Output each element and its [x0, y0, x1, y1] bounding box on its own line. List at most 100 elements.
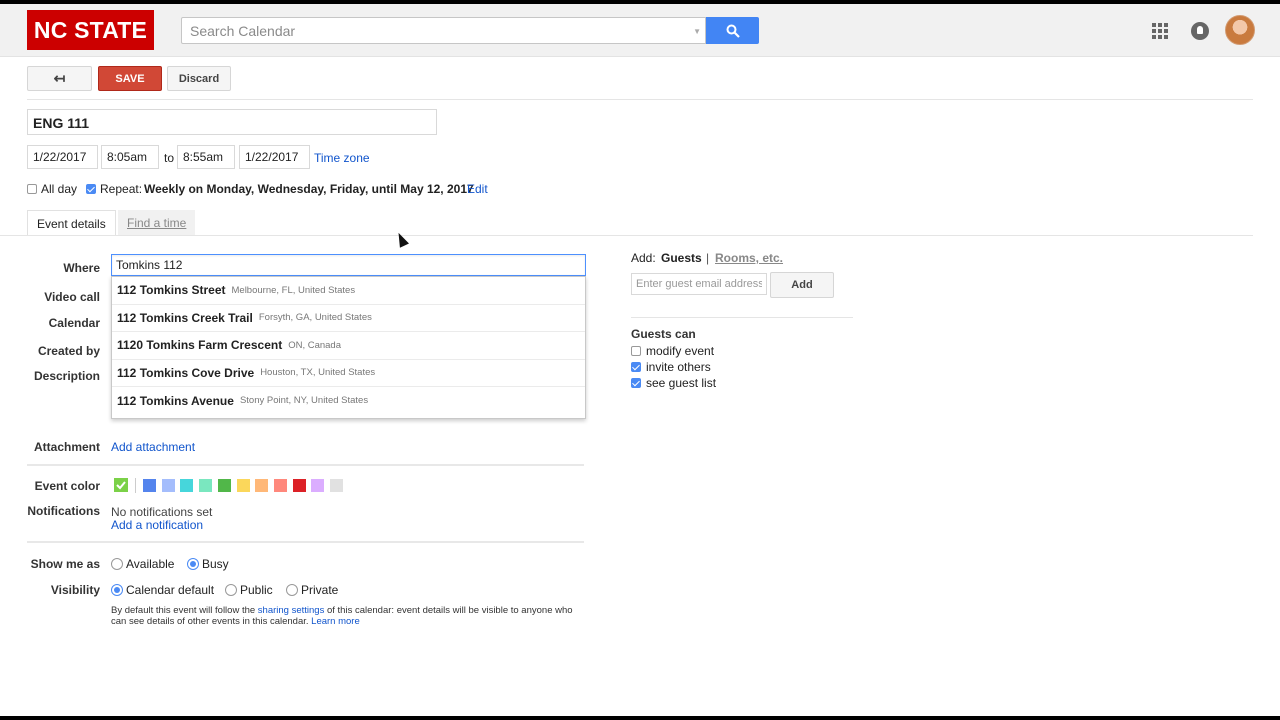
available-label: Available [126, 557, 175, 571]
search-button[interactable] [706, 17, 759, 44]
search-icon [726, 24, 740, 38]
modify-event-label: modify event [646, 344, 715, 358]
busy-radio[interactable] [187, 558, 199, 570]
color-divider [135, 478, 136, 493]
show-me-as-label: Show me as [30, 557, 100, 571]
sharing-settings-link[interactable]: sharing settings [258, 605, 325, 616]
video-call-label: Video call [44, 290, 100, 304]
suggestion-sub: Houston, TX, United States [260, 367, 376, 379]
suggestion-item[interactable]: 112 Tomkins Avenue Stony Point, NY, Unite… [112, 387, 585, 415]
search-input[interactable] [182, 18, 672, 43]
guest-email-input[interactable] [631, 273, 767, 295]
color-swatch[interactable] [199, 479, 213, 492]
repeat-checkbox[interactable] [86, 184, 96, 194]
repeat-label: Repeat: [100, 182, 143, 196]
repeat-edit-link[interactable]: Edit [467, 182, 488, 196]
private-radio[interactable] [286, 584, 298, 596]
end-time-field[interactable]: 8:55am [177, 145, 235, 169]
available-radio[interactable] [111, 558, 123, 570]
suggestion-sub: ON, Canada [288, 339, 341, 351]
discard-button[interactable]: Discard [167, 66, 231, 91]
suggestion-main: 112 Tomkins Street [117, 283, 226, 298]
suggestion-main: 112 Tomkins Cove Drive [117, 365, 255, 380]
guests-can-label: Guests can [631, 327, 696, 341]
to-label: to [164, 151, 175, 165]
invite-others-label: invite others [646, 360, 711, 374]
suggestion-main: 1120 Tomkins Farm Crescent [117, 338, 283, 353]
tabs-divider [0, 235, 1253, 236]
visibility-label: Visibility [50, 583, 100, 597]
color-swatch[interactable] [217, 479, 231, 492]
color-swatch[interactable] [273, 479, 287, 492]
color-swatch[interactable] [330, 479, 343, 492]
divider [631, 317, 853, 318]
suggestion-item[interactable]: 112 Tomkins Cove Drive Houston, TX, Unite… [112, 360, 585, 387]
busy-label: Busy [202, 557, 229, 571]
ncstate-logo[interactable]: NC STATE [27, 10, 154, 50]
checkmark-icon [116, 481, 126, 490]
back-button[interactable]: ↤ [27, 66, 92, 91]
attachment-label: Attachment [33, 440, 100, 454]
see-guest-list-checkbox[interactable] [631, 378, 641, 388]
suggestion-sub: Forsyth, GA, United States [258, 312, 372, 324]
where-label: Where [63, 261, 100, 275]
suggestion-sub: Melbourne, FL, United States [231, 284, 356, 296]
notifications-icon[interactable] [1191, 22, 1209, 40]
color-swatch[interactable] [180, 479, 194, 492]
suggestion-item[interactable]: 1120 Tomkins Farm Crescent ON, Canada [112, 332, 585, 360]
all-day-checkbox[interactable] [27, 184, 37, 194]
search-box[interactable]: ▼ [181, 17, 706, 44]
color-swatch[interactable] [143, 479, 156, 492]
divider [27, 464, 584, 466]
public-radio[interactable] [225, 584, 237, 596]
add-guest-button[interactable]: Add [770, 272, 834, 298]
divider [27, 541, 584, 543]
all-day-label: All day [41, 182, 78, 196]
apps-grid-icon[interactable] [1152, 23, 1168, 39]
location-suggestions: 112 Tomkins Street Melbourne, FL, United … [111, 276, 586, 419]
event-color-label: Event color [34, 479, 100, 493]
visibility-note: By default this event will follow the sh… [111, 605, 581, 627]
suggestion-item[interactable]: 112 Tomkins Creek Trail Forsyth, GA, Unit… [112, 305, 585, 332]
suggestion-sub: Stony Point, NY, United States [239, 395, 369, 407]
repeat-summary: Weekly on Monday, Wednesday, Friday, unt… [144, 182, 474, 196]
suggestion-main: 112 Tomkins Avenue [117, 393, 234, 408]
calendar-default-radio[interactable] [111, 584, 123, 596]
add-attachment-link[interactable]: Add attachment [111, 440, 195, 454]
back-arrow-icon: ↤ [53, 70, 66, 86]
tab-find-a-time[interactable]: Find a time [118, 210, 196, 236]
guests-tab[interactable]: Guests [661, 251, 702, 265]
tab-separator: | [706, 251, 710, 265]
learn-more-link[interactable]: Learn more [311, 616, 360, 627]
tab-event-details[interactable]: Event details [27, 210, 116, 236]
default-color-swatch[interactable] [114, 478, 128, 492]
rooms-tab[interactable]: Rooms, etc. [715, 251, 783, 265]
color-swatch[interactable] [292, 479, 306, 492]
avatar[interactable] [1225, 15, 1255, 45]
save-button[interactable]: SAVE [98, 66, 162, 91]
color-swatch[interactable] [236, 479, 250, 492]
top-bar: NC STATE ▼ [0, 4, 1280, 57]
search-options-icon[interactable]: ▼ [693, 27, 701, 36]
add-notification-link[interactable]: Add a notification [111, 518, 203, 532]
color-swatch[interactable] [161, 479, 175, 492]
invite-others-checkbox[interactable] [631, 362, 641, 372]
calendar-default-label: Calendar default [126, 583, 215, 597]
color-swatch[interactable] [255, 479, 269, 492]
start-time-field[interactable]: 8:05am [101, 145, 159, 169]
description-label: Description [33, 369, 100, 383]
color-swatch[interactable] [311, 479, 325, 492]
modify-event-checkbox[interactable] [631, 346, 641, 356]
add-label: Add: [631, 251, 656, 265]
visibility-note-text: By default this event will follow the [111, 605, 258, 616]
created-by-label: Created by [37, 344, 100, 358]
start-date-field[interactable]: 1/22/2017 [27, 145, 98, 169]
suggestion-item[interactable]: 112 Tomkins Street Melbourne, FL, United … [112, 277, 585, 305]
end-date-field[interactable]: 1/22/2017 [239, 145, 310, 169]
timezone-link[interactable]: Time zone [314, 151, 370, 165]
notifications-label: Notifications [27, 504, 100, 518]
suggestion-main: 112 Tomkins Creek Trail [117, 310, 253, 325]
event-title-input[interactable]: ENG 111 [27, 109, 437, 135]
where-input[interactable]: Tomkins 112 [111, 254, 586, 276]
see-guest-list-label: see guest list [646, 376, 717, 390]
